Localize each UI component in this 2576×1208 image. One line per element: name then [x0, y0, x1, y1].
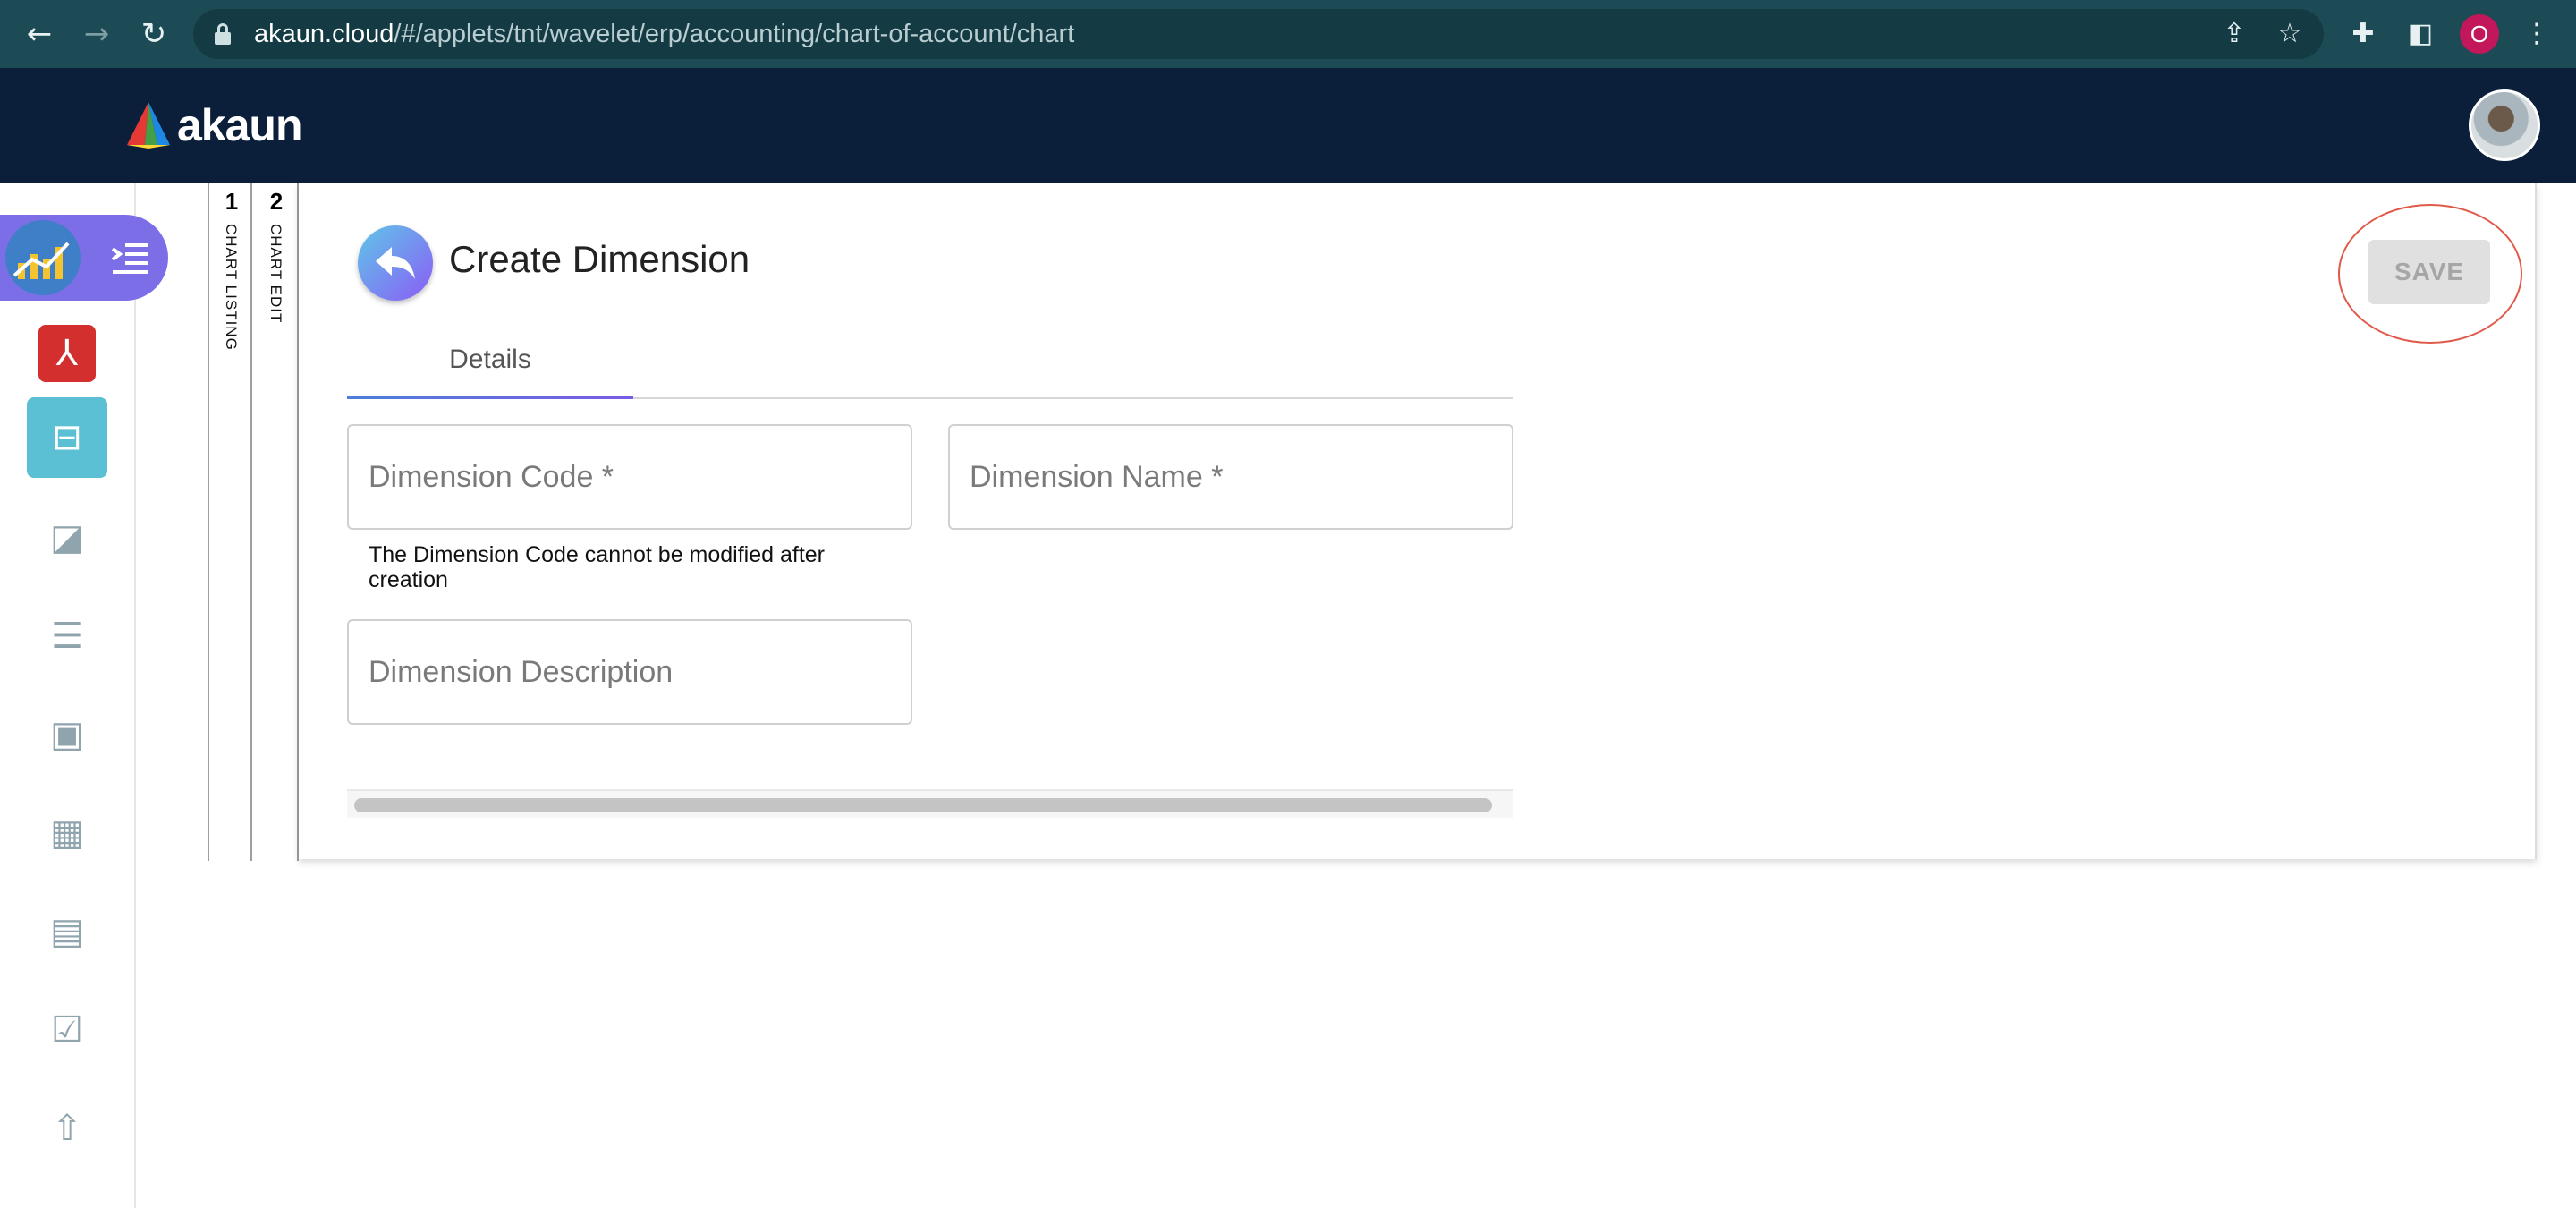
dimension-description-field[interactable]	[347, 619, 912, 725]
upload-icon[interactable]: ⇧	[27, 1088, 107, 1169]
kebab-menu-icon[interactable]: ⋮	[2521, 18, 2553, 50]
active-app-pill	[0, 215, 168, 301]
profile-avatar[interactable]: O	[2460, 14, 2499, 54]
back-button[interactable]	[358, 225, 433, 301]
library-icon[interactable]: ▤	[27, 891, 107, 972]
create-dimension-card: Create Dimension Details The Dimension C…	[299, 183, 2537, 859]
dimension-name-field[interactable]	[948, 424, 1513, 530]
side-panel-icon[interactable]: ◧	[2404, 18, 2436, 50]
reply-arrow-icon	[376, 247, 415, 279]
chart-icon[interactable]	[5, 220, 80, 295]
stepper-number: 2	[269, 188, 284, 215]
dimension-code-hint: The Dimension Code cannot be modified af…	[369, 542, 826, 592]
acrobat-icon[interactable]: ⅄	[27, 313, 107, 394]
page-title: Create Dimension	[449, 238, 750, 280]
calendar-check-icon[interactable]: ☑	[27, 990, 107, 1070]
stepper-number: 1	[225, 188, 239, 215]
menu-toggle-icon[interactable]	[111, 240, 150, 276]
building-icon[interactable]: ▦	[27, 793, 107, 873]
bookmark-star-icon[interactable]: ☆	[2274, 18, 2306, 50]
dimension-description-input[interactable]	[349, 621, 911, 723]
url-text: akaun.cloud/#/applets/tnt/wavelet/erp/ac…	[254, 20, 1075, 48]
brand-name: akaun	[177, 100, 303, 150]
dimension-name-input[interactable]	[950, 426, 1512, 528]
user-avatar[interactable]	[2469, 89, 2540, 161]
dimension-code-input[interactable]	[349, 426, 911, 528]
tab-bar: Details	[347, 320, 1513, 399]
dashboard-icon[interactable]: ⊟	[27, 397, 107, 478]
stepper-chart-edit[interactable]: 2 CHART EDIT	[254, 183, 299, 861]
stepper-chart-listing[interactable]: 1 CHART LISTING	[208, 183, 252, 861]
address-bar[interactable]: akaun.cloud/#/applets/tnt/wavelet/erp/ac…	[193, 9, 2324, 59]
akaun-logo-icon	[127, 102, 170, 149]
scrollbar-thumb[interactable]	[354, 798, 1492, 812]
dimension-code-field[interactable]	[347, 424, 912, 530]
left-sidebar: ⅄ ⊟ ◪ ☰ ▣ ▦ ▤ ☑ ⇧	[0, 183, 168, 1208]
save-highlight-circle	[2338, 204, 2522, 344]
app-header: akaun	[0, 68, 2576, 183]
tab-details[interactable]: Details	[347, 320, 633, 399]
stepper-label: CHART LISTING	[223, 224, 240, 351]
browser-toolbar: ← → ↻ akaun.cloud/#/applets/tnt/wavelet/…	[0, 0, 2576, 68]
lock-icon	[215, 23, 231, 45]
tags-icon[interactable]: ◪	[27, 498, 107, 578]
horizontal-scrollbar[interactable]	[347, 789, 1513, 818]
list-lines-icon[interactable]: ☰	[27, 596, 107, 676]
reload-icon[interactable]: ↻	[136, 16, 172, 52]
forward-arrow-icon[interactable]: →	[79, 16, 114, 52]
active-tab-indicator	[347, 396, 633, 399]
terminal-icon[interactable]: ▣	[27, 694, 107, 775]
back-arrow-icon[interactable]: ←	[21, 16, 57, 52]
extensions-icon[interactable]: ✚	[2347, 18, 2379, 50]
stepper-label: CHART EDIT	[267, 224, 284, 324]
share-icon[interactable]: ⇪	[2218, 18, 2250, 50]
akaun-logo[interactable]: akaun	[125, 100, 303, 150]
